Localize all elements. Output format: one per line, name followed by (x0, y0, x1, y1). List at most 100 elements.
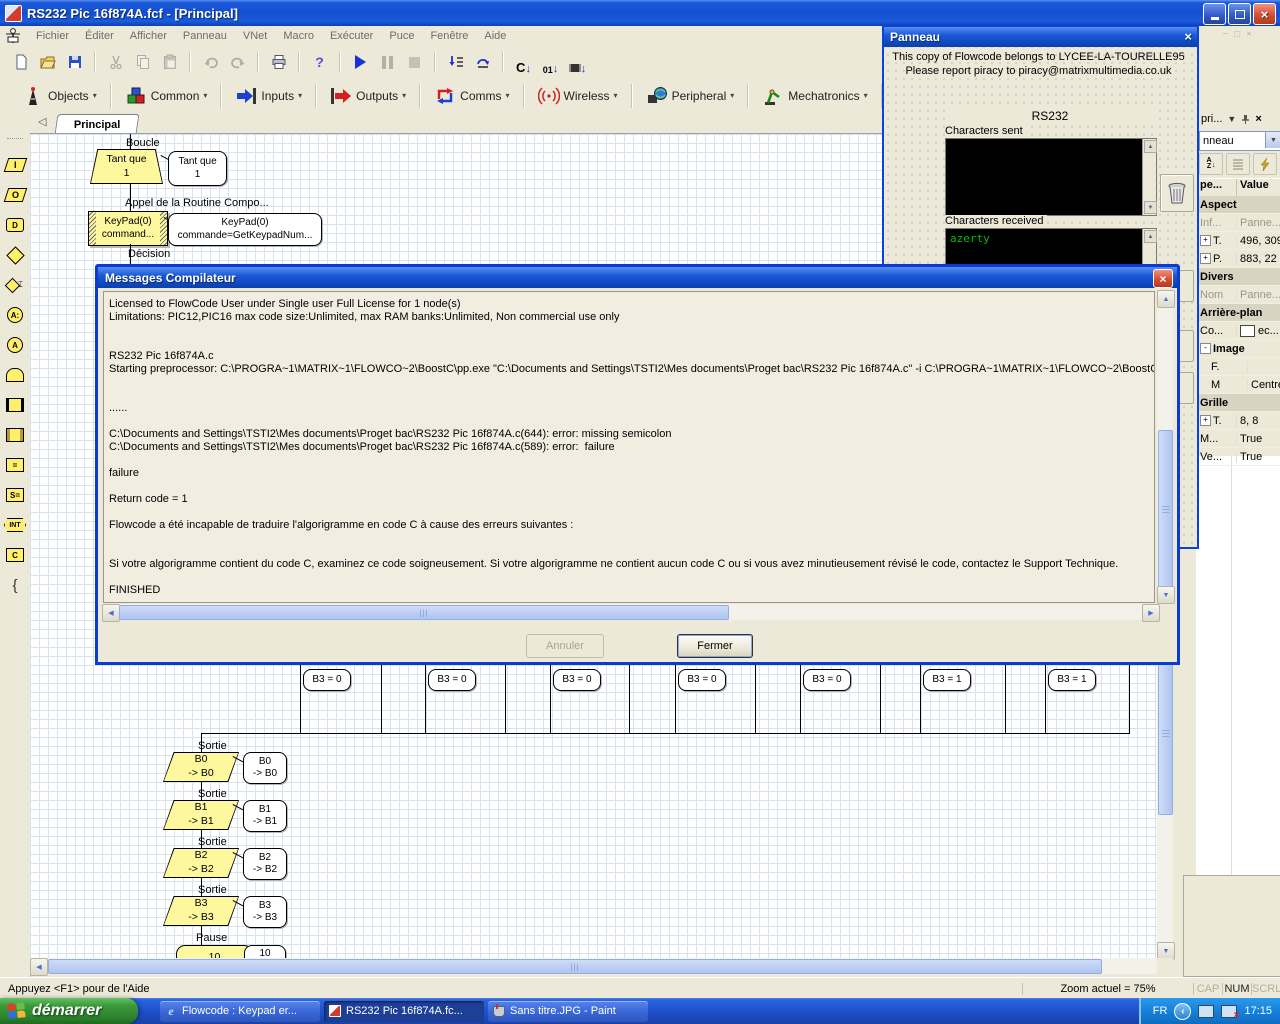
menu-panneau[interactable]: Panneau (175, 28, 235, 44)
scrollbar-thumb[interactable]: ||| (48, 959, 1102, 974)
close-dialog-button[interactable]: Fermer (677, 634, 753, 658)
switch-shape-button[interactable]: ⌶ (0, 270, 30, 300)
calculation-shape-button[interactable]: = (0, 450, 30, 480)
components-peripheral[interactable]: Peripheral ▾ (640, 82, 741, 110)
tray-collapse-icon[interactable]: ‹ (1174, 1002, 1192, 1020)
property-row[interactable]: + T. 496, 309 (1197, 232, 1280, 250)
panel-close-icon[interactable]: × (1255, 113, 1261, 125)
cut-button[interactable] (103, 50, 128, 75)
components-objects[interactable]: Objects ▾ (16, 82, 103, 110)
output-shape-b3[interactable]: B3 -> B3 (163, 896, 239, 926)
object-selector[interactable]: nneau ▼ (1199, 131, 1280, 151)
tab-scroll-left-icon[interactable]: ◁ (38, 115, 46, 128)
taskbar-task-paint[interactable]: Sans titre.JPG - Paint (488, 1000, 648, 1022)
expander-icon[interactable]: + (1200, 235, 1211, 246)
pause-shape[interactable]: 10 (176, 945, 253, 959)
mdi-minimize-icon[interactable]: − (1222, 29, 1228, 40)
taskbar-task-flowcode-help[interactable]: e Flowcode : Keypad er... (160, 1000, 320, 1022)
output-shape-b0[interactable]: B0 -> B0 (163, 752, 239, 782)
minimize-button[interactable] (1203, 3, 1226, 25)
component-macro-shape[interactable]: KeyPad(0) command... (88, 211, 168, 246)
property-pages-button[interactable] (1253, 153, 1277, 175)
language-indicator[interactable]: FR (1153, 1005, 1168, 1017)
taskbar-task-flowcode[interactable]: RS232 Pic 16f874A.fc... (324, 1000, 484, 1022)
network-error-tray-icon[interactable] (1221, 1004, 1239, 1021)
tab-principal[interactable]: Principal (54, 114, 140, 134)
run-button[interactable] (348, 50, 373, 75)
panneau-close-icon[interactable]: × (1184, 29, 1192, 44)
string-shape-button[interactable]: S= (0, 480, 30, 510)
dialog-close-button[interactable]: × (1153, 269, 1173, 288)
components-wireless[interactable]: Wireless ▾ (532, 82, 624, 110)
collapse-icon[interactable]: - (1200, 343, 1211, 354)
property-group[interactable]: Arrière-plan (1197, 304, 1280, 322)
expander-icon[interactable]: + (1200, 415, 1211, 426)
component-macro-shape-button[interactable] (0, 420, 30, 450)
scroll-down-icon[interactable]: ▼ (1144, 201, 1157, 214)
menu-aide[interactable]: Aide (476, 28, 514, 44)
close-button[interactable]: × (1253, 3, 1276, 25)
help-button[interactable]: ? (307, 50, 332, 75)
scroll-up-icon[interactable]: ▲ (1144, 230, 1157, 243)
combo-dropdown-icon[interactable]: ▼ (1265, 132, 1280, 148)
components-inputs[interactable]: Inputs ▾ (229, 82, 308, 110)
delay-shape-button[interactable]: D (0, 210, 30, 240)
property-row[interactable]: M... True (1197, 430, 1280, 448)
property-row[interactable]: Ve... True (1197, 448, 1280, 466)
characters-sent-display[interactable]: ▲ ▼ (945, 138, 1157, 216)
scroll-up-icon[interactable]: ▲ (1157, 290, 1175, 308)
output-shape-button[interactable]: O (0, 180, 30, 210)
pause-button[interactable] (375, 50, 400, 75)
dialog-horizontal-scrollbar[interactable]: ◀ ||| ▶ (102, 604, 1160, 622)
property-row[interactable]: + T. 8, 8 (1197, 412, 1280, 430)
scroll-down-icon[interactable]: ▼ (1157, 586, 1175, 604)
menu-fenetre[interactable]: Fenêtre (422, 28, 476, 44)
scrollbar-thumb[interactable]: ||| (1158, 653, 1173, 815)
scroll-left-icon[interactable]: ◀ (30, 958, 48, 976)
save-button[interactable] (62, 50, 87, 75)
panneau-title-bar[interactable]: Panneau × (884, 27, 1197, 47)
connection-shape-button[interactable]: A: (0, 300, 30, 330)
interrupt-shape-button[interactable]: INT (0, 510, 30, 540)
panel-menu-icon[interactable]: ▼ (1227, 114, 1236, 124)
property-row[interactable]: Nom Panne... (1197, 286, 1280, 304)
new-button[interactable] (8, 50, 33, 75)
scroll-left-icon[interactable]: ◀ (102, 604, 120, 622)
property-row[interactable]: Inf... Panne... (1197, 214, 1280, 232)
dialog-vertical-scrollbar[interactable]: ▲ ||| ▼ (1157, 290, 1175, 604)
property-row[interactable]: Co... ec... (1197, 322, 1280, 340)
decision-shape-button[interactable] (0, 240, 30, 270)
macro-shape-button[interactable] (0, 390, 30, 420)
clear-button[interactable] (1160, 174, 1194, 212)
mdi-restore-icon[interactable]: □ (1234, 29, 1240, 40)
property-subgroup[interactable]: - Image (1197, 340, 1280, 358)
canvas-horizontal-scrollbar[interactable]: ◀ ||| (30, 958, 1157, 976)
scrollbar-thumb[interactable]: ||| (1158, 430, 1173, 590)
pin-icon[interactable] (1241, 114, 1250, 124)
output-shape-b1[interactable]: B1 -> B1 (163, 800, 239, 830)
restore-button[interactable] (1228, 3, 1251, 25)
menu-puce[interactable]: Puce (381, 28, 422, 44)
menu-fichier[interactable]: Fichier (28, 28, 77, 44)
step-into-button[interactable] (443, 50, 468, 75)
menu-macro[interactable]: Macro (275, 28, 322, 44)
scrollbar-thumb[interactable]: ||| (119, 605, 729, 620)
open-button[interactable] (35, 50, 60, 75)
code-shape-button[interactable]: C (0, 540, 30, 570)
categorized-button[interactable] (1226, 153, 1250, 175)
expander-icon[interactable]: + (1200, 253, 1211, 264)
copy-button[interactable] (130, 50, 155, 75)
mdi-close-icon[interactable]: × (1246, 29, 1252, 40)
goto-shape-button[interactable]: A (0, 330, 30, 360)
comment-shape-button[interactable]: { (0, 570, 30, 600)
property-row[interactable]: + P. 883, 22 (1197, 250, 1280, 268)
property-row[interactable]: F. (1197, 358, 1280, 376)
stop-button[interactable] (402, 50, 427, 75)
step-over-button[interactable] (470, 50, 495, 75)
redo-button[interactable] (225, 50, 250, 75)
property-group[interactable]: Grille (1197, 394, 1280, 412)
compile-asm-button[interactable]: 01 ↓ (538, 50, 563, 75)
menu-afficher[interactable]: Afficher (122, 28, 175, 44)
components-common[interactable]: Common ▾ (119, 82, 214, 110)
cancel-button[interactable]: Annuler (526, 634, 604, 658)
